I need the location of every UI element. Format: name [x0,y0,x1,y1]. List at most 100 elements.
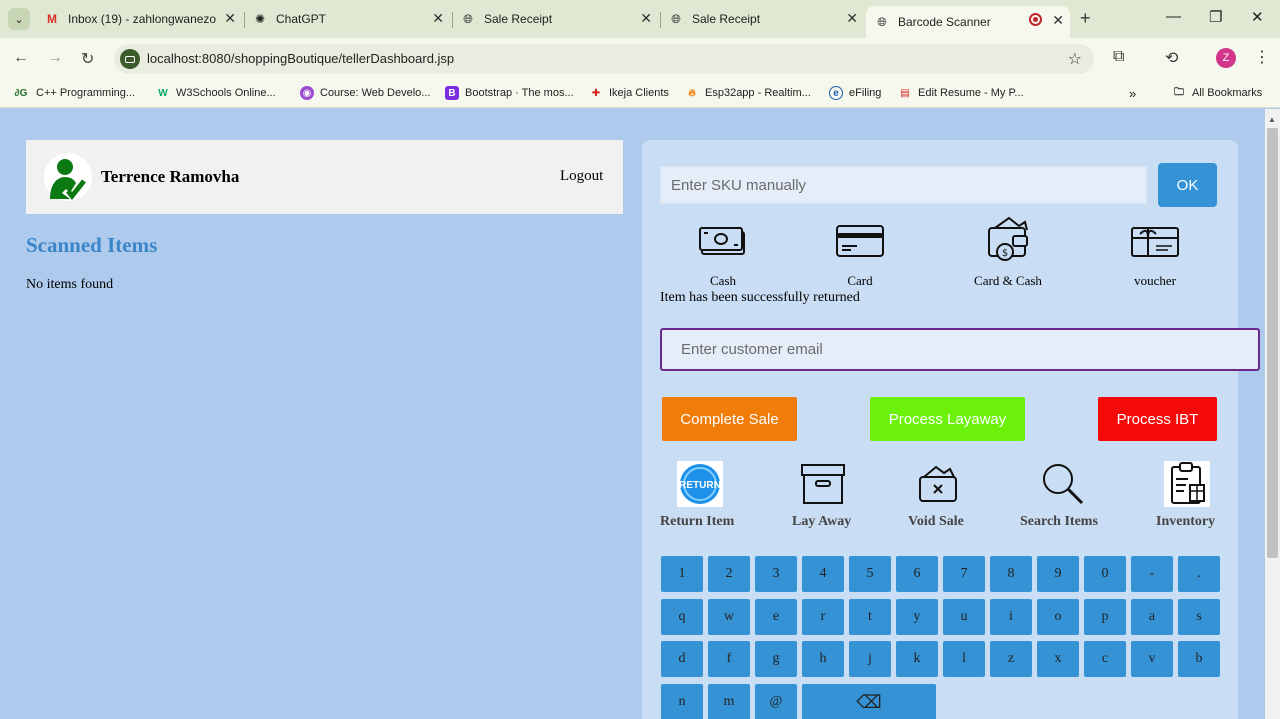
close-tab-icon[interactable]: ✕ [640,10,652,27]
key-button[interactable]: m [708,684,750,719]
globe-icon: 🌐︎ [877,14,887,29]
bookmark-item[interactable]: ▤ Edit Resume - My P... [898,86,1023,100]
tab-inbox[interactable]: M Inbox (19) - zahlongwanezo ✕ [44,6,242,32]
key-button[interactable]: . [1178,556,1220,592]
void-sale-button[interactable] [916,461,962,512]
key-button[interactable]: v [1131,641,1173,677]
bookmark-item[interactable]: ∂G C++ Programming... [12,86,135,100]
minimize-button[interactable]: — [1166,8,1181,25]
bookmark-item[interactable]: ✚ Ikeja Clients [589,86,669,100]
forward-arrow-icon[interactable]: → [47,49,63,67]
tab-chatgpt[interactable]: ✺ ChatGPT ✕ [252,6,450,32]
gmail-icon: M [47,12,57,26]
close-tab-icon[interactable]: ✕ [846,10,858,27]
key-button[interactable]: g [755,641,797,677]
key-button[interactable]: 2 [708,556,750,592]
close-window-button[interactable]: ✕ [1251,8,1264,26]
back-arrow-icon[interactable]: ← [13,49,29,67]
close-tab-icon[interactable]: ✕ [432,10,444,27]
key-button[interactable]: e [755,599,797,635]
bookmark-item[interactable]: e eFiling [829,86,881,100]
key-button[interactable]: 9 [1037,556,1079,592]
key-button[interactable]: k [896,641,938,677]
key-button[interactable]: 5 [849,556,891,592]
cash-payment-option[interactable] [668,222,778,260]
key-button[interactable]: n [661,684,703,719]
key-button[interactable]: f [708,641,750,677]
menu-icon[interactable]: ⋮ [1254,47,1270,67]
key-button[interactable]: l [943,641,985,677]
key-button[interactable]: 6 [896,556,938,592]
customer-email-input[interactable] [660,328,1260,371]
key-button[interactable]: x [1037,641,1079,677]
history-icon[interactable]: ⟲ [1165,48,1178,68]
page-viewport: Terrence Ramovha Logout Scanned Items No… [0,109,1265,719]
key-button[interactable]: s [1178,599,1220,635]
tab-search-button[interactable]: ⌄ [8,8,30,30]
key-button[interactable]: 0 [1084,556,1126,592]
tab-barcode-scanner[interactable]: 🌐︎ Barcode Scanner ✕ [866,6,1070,38]
key-button[interactable]: t [849,599,891,635]
all-bookmarks[interactable]: 🗀 All Bookmarks [1172,86,1262,100]
key-button[interactable]: @ [755,684,797,719]
key-button[interactable]: a [1131,599,1173,635]
close-tab-icon[interactable]: ✕ [1052,12,1064,29]
scroll-up-arrow-icon[interactable]: ▲ [1268,115,1276,124]
key-button[interactable]: c [1084,641,1126,677]
close-tab-icon[interactable]: ✕ [224,10,236,27]
more-bookmarks-chevron-icon[interactable]: » [1129,86,1136,101]
card-payment-option[interactable] [805,222,915,260]
key-button[interactable]: 8 [990,556,1032,592]
address-bar[interactable]: localhost:8080/shoppingBoutique/tellerDa… [114,44,1094,74]
card-cash-payment-option[interactable]: $ [953,216,1063,264]
scrollbar-thumb[interactable] [1267,128,1278,558]
bookmark-item[interactable]: ◉ Course: Web Develo... [300,86,430,100]
inventory-button[interactable] [1164,461,1210,512]
scanned-items-heading: Scanned Items [26,233,158,257]
extensions-icon[interactable]: ⧉ [1113,48,1124,66]
key-button[interactable]: o [1037,599,1079,635]
key-button[interactable]: - [1131,556,1173,592]
complete-sale-button[interactable]: Complete Sale [662,397,797,441]
bookmark-item[interactable]: 🔥︎ Esp32app - Realtim... [685,86,810,100]
return-item-button[interactable]: RETURN [677,461,723,512]
voucher-payment-option[interactable] [1100,222,1210,260]
profile-avatar[interactable]: Z [1216,48,1236,68]
key-button[interactable]: u [943,599,985,635]
key-button[interactable]: p [1084,599,1126,635]
key-button[interactable]: 4 [802,556,844,592]
site-info-icon[interactable] [120,49,140,69]
key-button[interactable]: q [661,599,703,635]
backspace-key[interactable]: ⌫ [802,684,936,719]
tab-sale-receipt-1[interactable]: 🌐︎ Sale Receipt ✕ [460,6,658,32]
key-button[interactable]: r [802,599,844,635]
tab-sale-receipt-2[interactable]: 🌐︎ Sale Receipt ✕ [668,6,864,32]
key-button[interactable]: 1 [661,556,703,592]
firebase-icon: 🔥︎ [688,87,696,99]
key-button[interactable]: d [661,641,703,677]
key-button[interactable]: b [1178,641,1220,677]
cpp-icon: ∂G [14,87,28,99]
key-button[interactable]: 3 [755,556,797,592]
search-items-button[interactable] [1040,461,1086,512]
maximize-button[interactable]: ❐ [1209,8,1222,26]
key-button[interactable]: h [802,641,844,677]
reload-icon[interactable]: ↻ [81,49,94,69]
sku-input[interactable] [660,166,1147,204]
new-tab-button[interactable]: + [1080,8,1091,29]
logout-link[interactable]: Logout [560,168,603,185]
bookmark-item[interactable]: W W3Schools Online... [156,86,275,100]
ok-button[interactable]: OK [1158,163,1217,207]
process-layaway-button[interactable]: Process Layaway [870,397,1025,441]
key-button[interactable]: y [896,599,938,635]
key-button[interactable]: 7 [943,556,985,592]
bookmark-star-icon[interactable]: ☆ [1068,49,1082,69]
key-button[interactable]: z [990,641,1032,677]
process-ibt-button[interactable]: Process IBT [1098,397,1217,441]
key-button[interactable]: j [849,641,891,677]
bookmark-item[interactable]: B Bootstrap · The mos... [445,86,574,100]
lay-away-button[interactable] [800,461,846,512]
key-button[interactable]: i [990,599,1032,635]
bookmarks-bar: ∂G C++ Programming... W W3Schools Online… [0,80,1280,108]
key-button[interactable]: w [708,599,750,635]
